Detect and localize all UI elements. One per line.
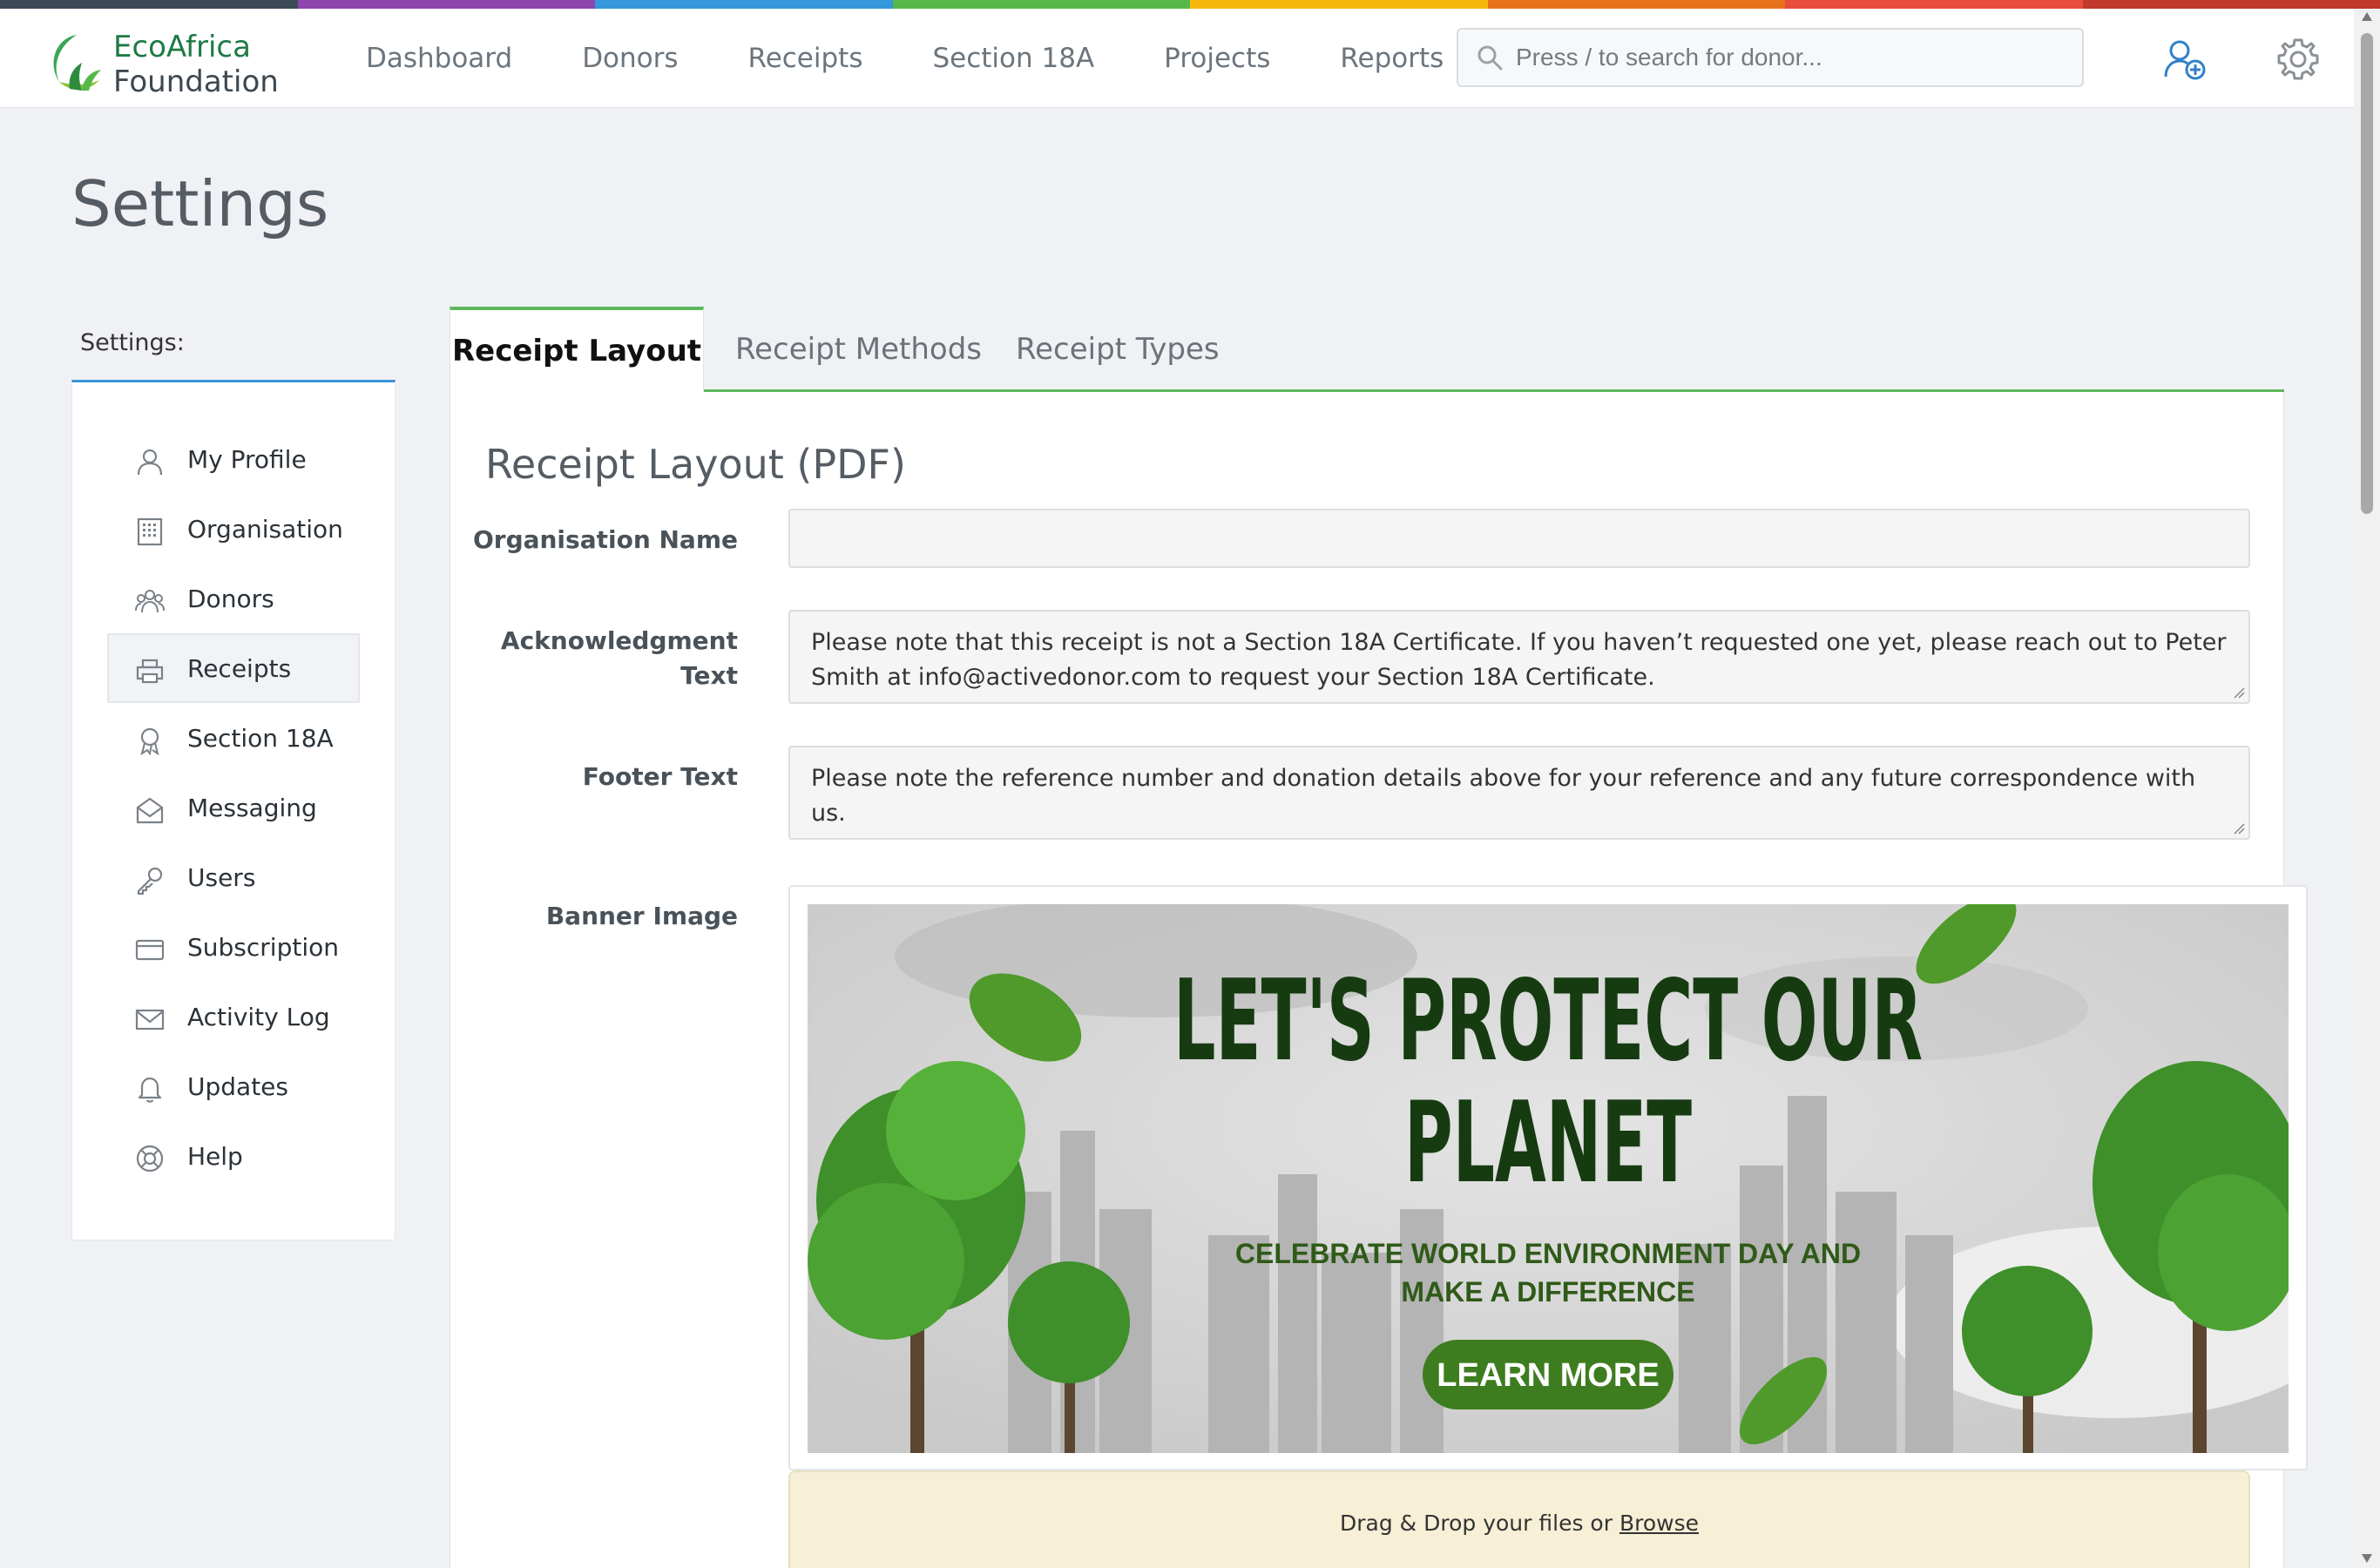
main-nav: Dashboard Donors Receipts Section 18A Pr…: [366, 9, 1513, 108]
color-bar-segment: [2082, 0, 2380, 9]
tab-receipt-types[interactable]: Receipt Types: [1016, 307, 1220, 392]
brand-name-line2: Foundation: [113, 64, 279, 99]
top-header: EcoAfrica Foundation Dashboard Donors Re…: [0, 9, 2354, 108]
org-name-input[interactable]: [788, 509, 2250, 568]
receipt-layout-panel: Receipt Layout (PDF) Organisation Name A…: [450, 392, 2308, 1568]
sidebar-item-my-profile[interactable]: My Profile: [107, 424, 360, 494]
scroll-down-arrow-icon[interactable]: [2362, 1554, 2372, 1563]
mail-icon: [135, 1009, 165, 1031]
settings-sidebar: My Profile Organisation Donors Receipts …: [71, 380, 396, 1240]
sidebar-item-label: Donors: [187, 584, 274, 613]
resize-handle-icon[interactable]: [2233, 822, 2245, 835]
gear-icon[interactable]: [2274, 35, 2323, 84]
search-icon: [1477, 45, 1503, 71]
ack-text-label: Acknowledgment Text: [450, 624, 738, 693]
user-icon: [137, 449, 163, 476]
tab-receipt-layout[interactable]: Receipt Layout: [450, 307, 704, 392]
section-title: Receipt Layout (PDF): [485, 441, 906, 488]
sidebar-item-organisation[interactable]: Organisation: [107, 494, 360, 564]
color-bar-segment: [0, 0, 298, 9]
top-color-bar: [0, 0, 2380, 9]
org-name-label: Organisation Name: [472, 525, 738, 554]
leaf-logo-icon: [53, 35, 101, 91]
nav-section-18a[interactable]: Section 18A: [932, 43, 1094, 74]
banner-subtitle-line2: MAKE A DIFFERENCE: [1401, 1276, 1694, 1308]
brand-logo[interactable]: EcoAfrica Foundation: [44, 24, 305, 103]
footer-text-label: Footer Text: [582, 762, 738, 791]
color-bar-segment: [1487, 0, 1785, 9]
scroll-up-arrow-icon[interactable]: [2362, 12, 2372, 21]
nav-dashboard[interactable]: Dashboard: [366, 43, 512, 74]
donor-search: [1457, 28, 2084, 87]
footer-text-value: Please note the reference number and don…: [811, 765, 2196, 827]
browse-link[interactable]: Browse: [1619, 1511, 1699, 1536]
sidebar-item-label: My Profile: [187, 444, 307, 474]
ack-text-label-line1: Acknowledgment: [500, 626, 738, 655]
key-icon: [137, 867, 163, 895]
sidebar-item-messaging[interactable]: Messaging: [107, 773, 360, 842]
file-dropzone[interactable]: Drag & Drop your files or Browse: [788, 1470, 2250, 1568]
tab-receipt-methods[interactable]: Receipt Methods: [735, 307, 982, 392]
printer-icon: [136, 659, 164, 684]
page-title: Settings: [71, 167, 329, 240]
ack-text-value: Please note that this receipt is not a S…: [811, 629, 2227, 691]
banner-subtitle-line1: CELEBRATE WORLD ENVIRONMENT DAY AND: [1235, 1238, 1861, 1269]
sidebar-item-label: Help: [187, 1141, 243, 1171]
color-bar-segment: [1190, 0, 1488, 9]
brand-name-line1: EcoAfrica: [113, 30, 251, 64]
banner-headline-line1: LET'S PROTECT OUR: [1173, 956, 1923, 1086]
sidebar-item-label: Organisation: [187, 514, 343, 544]
sidebar-item-updates[interactable]: Updates: [107, 1051, 360, 1121]
nav-projects[interactable]: Projects: [1164, 43, 1270, 74]
credit-card-icon: [135, 939, 165, 961]
ack-text-textarea[interactable]: Please note that this receipt is not a S…: [788, 610, 2250, 704]
sidebar-item-users[interactable]: Users: [107, 842, 360, 912]
resize-handle-icon[interactable]: [2233, 686, 2245, 699]
sidebar-heading: Settings:: [80, 329, 185, 356]
ack-text-label-line2: Text: [680, 661, 738, 690]
add-user-icon[interactable]: [2160, 35, 2209, 84]
banner-image: LET'S PROTECT OUR PLANET CELEBRATE WORLD…: [808, 904, 2289, 1453]
color-bar-segment: [297, 0, 595, 9]
lifebuoy-icon: [136, 1145, 164, 1173]
settings-tabs: Receipt Layout Receipt Methods Receipt T…: [450, 307, 2284, 392]
group-icon: [135, 590, 165, 613]
building-icon: [137, 517, 163, 546]
dropzone-text: Drag & Drop your files or: [1340, 1511, 1619, 1536]
sidebar-item-subscription[interactable]: Subscription: [107, 912, 360, 982]
award-icon: [140, 727, 159, 755]
sidebar-item-donors[interactable]: Donors: [107, 564, 360, 633]
banner-image-label: Banner Image: [545, 902, 738, 930]
color-bar-segment: [892, 0, 1190, 9]
sidebar-item-section-18a[interactable]: Section 18A: [107, 703, 360, 773]
banner-artwork: LET'S PROTECT OUR PLANET CELEBRATE WORLD…: [808, 904, 2289, 1453]
sidebar-item-activity-log[interactable]: Activity Log: [107, 982, 360, 1051]
sidebar-item-help[interactable]: Help: [107, 1121, 360, 1191]
envelope-open-icon: [136, 797, 164, 824]
banner-headline-line2: PLANET: [1404, 1078, 1692, 1208]
sidebar-item-label: Activity Log: [187, 1002, 330, 1031]
bell-icon: [138, 1077, 162, 1103]
sidebar-item-label: Updates: [187, 1071, 288, 1101]
search-input[interactable]: [1516, 38, 2056, 77]
sidebar-item-receipts[interactable]: Receipts: [107, 633, 360, 703]
nav-reports[interactable]: Reports: [1340, 43, 1444, 74]
color-bar-segment: [1785, 0, 2083, 9]
sidebar-item-label: Users: [187, 862, 256, 892]
sidebar-item-label: Subscription: [187, 932, 339, 962]
banner-cta-text: LEARN MORE: [1437, 1357, 1659, 1394]
sidebar-item-label: Section 18A: [187, 723, 334, 753]
sidebar-item-label: Receipts: [187, 653, 292, 683]
banner-image-frame: LET'S PROTECT OUR PLANET CELEBRATE WORLD…: [788, 885, 2308, 1470]
scrollbar-thumb[interactable]: [2361, 33, 2373, 514]
color-bar-segment: [595, 0, 893, 9]
footer-text-textarea[interactable]: Please note the reference number and don…: [788, 746, 2250, 840]
sidebar-item-label: Messaging: [187, 793, 317, 822]
nav-receipts[interactable]: Receipts: [748, 43, 863, 74]
page-scrollbar[interactable]: [2354, 9, 2380, 1568]
nav-donors[interactable]: Donors: [582, 43, 678, 74]
